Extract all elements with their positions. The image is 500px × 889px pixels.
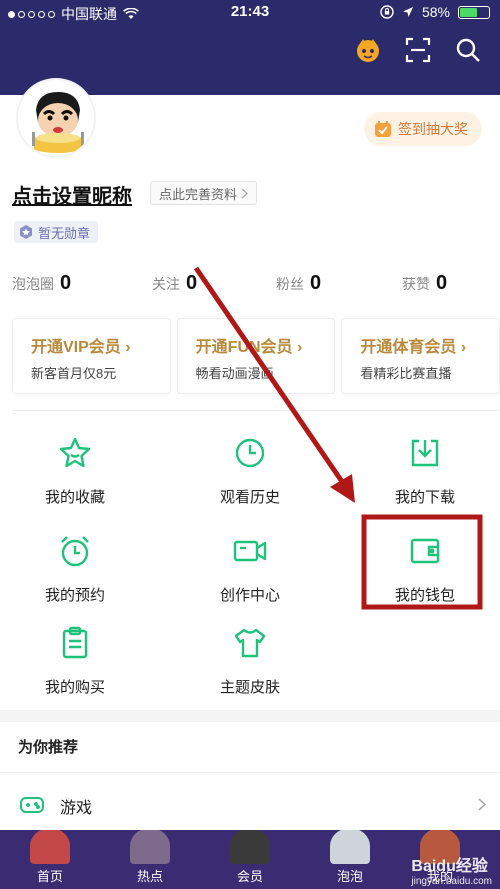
stat-value: 0 (436, 272, 448, 294)
vip-title: 开通体育会员 (360, 339, 457, 356)
vip-subtitle: 畅看动画漫画 (195, 366, 274, 381)
grid-item-wallet[interactable]: 我的钱包 (350, 533, 500, 605)
divider (12, 410, 500, 411)
mascot-icon[interactable] (354, 36, 382, 64)
chevron-right-icon: › (125, 339, 131, 356)
grid-item-favorites[interactable]: 我的收藏 (0, 435, 150, 507)
medal-icon (20, 225, 32, 239)
home-tab-icon (30, 830, 70, 864)
tab-label: 泡泡 (336, 869, 363, 884)
header: 中国联通 21:43 58% (0, 0, 500, 95)
stat-label: 关注 (152, 276, 180, 292)
recommend-item-games[interactable]: 游戏 (0, 780, 500, 830)
nickname-link[interactable]: 点击设置昵称 (12, 180, 132, 209)
download-icon (411, 439, 439, 467)
wallet-icon (410, 538, 440, 564)
watermark: Baidu经验 jingyan.baidu.com (411, 852, 492, 887)
recommend-item-label: 游戏 (60, 800, 93, 817)
tab-label: 热点 (136, 869, 163, 884)
vip-card-fun[interactable]: 开通FUN会员 › 畅看动画漫画 (176, 318, 336, 394)
chevron-right-icon: › (297, 339, 303, 356)
grid-label: 我的钱包 (394, 587, 455, 604)
stat-label: 获赞 (402, 276, 430, 292)
grid-label: 主题皮肤 (219, 679, 280, 696)
medal-badge[interactable]: 暂无勋章 (14, 221, 99, 243)
clipboard-icon (62, 626, 88, 659)
grid-item-reservations[interactable]: 我的预约 (0, 533, 150, 605)
watermark-url: jingyan.baidu.com (411, 876, 492, 887)
grid-label: 我的预约 (44, 587, 105, 604)
stat-label: 泡泡圈 (12, 276, 54, 292)
vip-card-vip[interactable]: 开通VIP会员 › 新客首月仅8元 (12, 318, 171, 394)
battery-percent: 58% (421, 4, 450, 20)
hot-tab-icon (130, 830, 170, 864)
grid-label: 观看历史 (219, 489, 280, 506)
feature-grid: 我的收藏 观看历史 我的下载 我的预约 创作中心 我的钱包 我的购买 主题皮肤 (0, 425, 500, 710)
vip-subtitle: 看精彩比赛直播 (360, 366, 452, 381)
stat-bubble-circle[interactable]: 泡泡圈 0 (12, 272, 71, 295)
grid-label: 我的收藏 (44, 489, 105, 506)
vip-subtitle: 新客首月仅8元 (31, 366, 117, 381)
grid-item-downloads[interactable]: 我的下载 (350, 435, 500, 507)
grid-item-purchases[interactable]: 我的购买 (0, 625, 150, 697)
signin-label: 签到抽大奖 (398, 121, 468, 137)
vip-card-sports[interactable]: 开通体育会员 › 看精彩比赛直播 (341, 318, 500, 394)
vip-title: 开通VIP会员 (31, 339, 121, 356)
chevron-right-icon: › (460, 339, 467, 356)
vip-cards: 开通VIP会员 › 新客首月仅8元 开通FUN会员 › 畅看动画漫画 开通体育会… (12, 318, 500, 394)
stat-followers[interactable]: 粉丝 0 (276, 272, 321, 295)
location-icon (402, 7, 413, 17)
grid-item-creator-center[interactable]: 创作中心 (175, 533, 325, 605)
tab-home[interactable]: 首页 (20, 830, 80, 885)
stat-label: 粉丝 (276, 276, 304, 292)
stats-row: 泡泡圈 0 关注 0 粉丝 0 获赞 0 (12, 272, 492, 298)
status-bar: 中国联通 21:43 58% (0, 0, 500, 26)
video-camera-icon (233, 540, 267, 562)
divider (0, 772, 500, 773)
battery-icon (458, 5, 490, 19)
grid-label: 创作中心 (219, 587, 280, 604)
header-actions (354, 36, 482, 64)
section-separator (0, 710, 500, 722)
grid-label: 我的下载 (394, 489, 455, 506)
bubble-tab-icon (330, 830, 370, 864)
status-right: 58% (380, 4, 490, 20)
star-icon (59, 437, 91, 468)
alarm-icon (61, 536, 89, 567)
clock-icon (235, 438, 265, 468)
chevron-right-icon (478, 798, 486, 811)
calendar-check-icon (375, 121, 391, 137)
stat-value: 0 (186, 272, 198, 294)
tab-bubble[interactable]: 泡泡 (320, 830, 380, 885)
tab-label: 首页 (36, 869, 63, 884)
complete-profile-label: 点此完善资料 (159, 186, 238, 202)
scan-icon[interactable] (404, 36, 432, 64)
chevron-right-icon (241, 187, 249, 199)
stat-likes[interactable]: 获赞 0 (402, 272, 447, 295)
tab-hot[interactable]: 热点 (120, 830, 180, 885)
search-icon[interactable] (454, 36, 482, 64)
vip-title: 开通FUN会员 (195, 339, 293, 356)
grid-item-history[interactable]: 观看历史 (175, 435, 325, 507)
watermark-brand: Baidu经验 (411, 858, 488, 875)
tab-label: 会员 (236, 869, 263, 884)
complete-profile-button[interactable]: 点此完善资料 (150, 181, 258, 205)
recommend-title: 为你推荐 (18, 739, 79, 756)
rotation-lock-icon (380, 5, 394, 19)
avatar[interactable] (16, 78, 96, 158)
gamepad-icon (20, 797, 44, 813)
medal-label: 暂无勋章 (38, 225, 91, 241)
tshirt-icon (234, 628, 266, 658)
bottom-tab-bar: 首页 热点 会员 泡泡 我的 Baidu经验 jingyan.baidu.com (0, 830, 500, 889)
stat-following[interactable]: 关注 0 (152, 272, 197, 295)
grid-item-theme-skin[interactable]: 主题皮肤 (175, 625, 325, 697)
stat-value: 0 (310, 272, 322, 294)
grid-label: 我的购买 (44, 679, 105, 696)
tab-vip[interactable]: 会员 (220, 830, 280, 885)
stat-value: 0 (60, 272, 72, 294)
vip-tab-icon (230, 830, 270, 864)
signin-lottery-button[interactable]: 签到抽大奖 (364, 112, 482, 146)
